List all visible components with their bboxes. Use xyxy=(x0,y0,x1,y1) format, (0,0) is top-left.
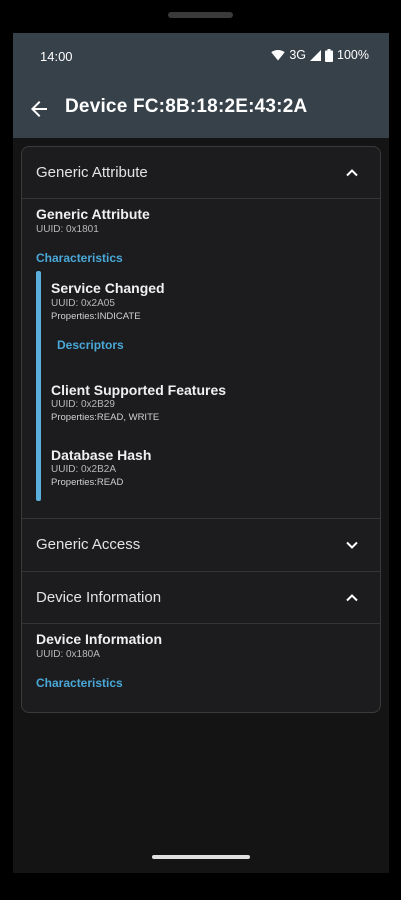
home-indicator[interactable] xyxy=(152,855,250,859)
characteristic-properties: Properties:READ xyxy=(51,477,124,488)
service-uuid: UUID: 0x1801 xyxy=(36,224,99,235)
speaker-grille xyxy=(168,12,233,18)
network-type: 3G xyxy=(289,48,307,62)
characteristic-uuid: UUID: 0x2A05 xyxy=(51,298,115,309)
section-title: Generic Attribute xyxy=(36,164,148,181)
characteristic-name[interactable]: Service Changed xyxy=(51,280,165,296)
section-title: Generic Access xyxy=(36,536,141,553)
status-icons: 3G 100% xyxy=(271,48,369,62)
characteristic-uuid: UUID: 0x2B29 xyxy=(51,399,115,410)
service-name: Generic Attribute xyxy=(36,206,150,222)
chevron-up-icon[interactable] xyxy=(344,165,360,181)
page-title: Device FC:8B:18:2E:43:2A xyxy=(65,96,308,117)
characteristic-properties: Properties:READ, WRITE xyxy=(51,412,160,423)
section-header-device-information[interactable]: Device Information xyxy=(22,572,380,624)
characteristic-name[interactable]: Client Supported Features xyxy=(51,382,226,398)
characteristic-properties: Properties:INDICATE xyxy=(51,311,141,322)
battery-level: 100% xyxy=(337,48,369,62)
app-bar: 14:00 3G 100% Device FC:8B:18:2E:43:2A xyxy=(13,33,389,138)
chevron-down-icon[interactable] xyxy=(344,537,360,553)
section-title: Device Information xyxy=(36,589,162,606)
service-name: Device Information xyxy=(36,631,163,647)
characteristics-indicator-bar xyxy=(36,271,41,501)
characteristic-name[interactable]: Database Hash xyxy=(51,447,151,463)
section-header-generic-access[interactable]: Generic Access xyxy=(22,519,380,571)
phone-frame: 14:00 3G 100% Device FC:8B:18:2E:43:2A G… xyxy=(0,0,401,900)
divider xyxy=(22,198,380,199)
divider xyxy=(22,623,380,624)
wifi-icon xyxy=(271,49,286,61)
screen: 14:00 3G 100% Device FC:8B:18:2E:43:2A G… xyxy=(13,33,389,873)
signal-icon xyxy=(310,49,322,61)
arrow-back-icon[interactable] xyxy=(27,97,51,121)
service-uuid: UUID: 0x180A xyxy=(36,649,100,660)
section-header-generic-attribute[interactable]: Generic Attribute xyxy=(22,147,380,199)
characteristics-link[interactable]: Characteristics xyxy=(36,251,123,265)
status-time: 14:00 xyxy=(40,49,73,64)
characteristics-link[interactable]: Characteristics xyxy=(36,676,123,690)
battery-icon xyxy=(325,48,334,62)
chevron-up-icon[interactable] xyxy=(344,590,360,606)
characteristic-uuid: UUID: 0x2B2A xyxy=(51,464,117,475)
descriptors-link[interactable]: Descriptors xyxy=(57,338,124,352)
services-card: Generic Attribute Generic Attribute UUID… xyxy=(21,146,381,713)
